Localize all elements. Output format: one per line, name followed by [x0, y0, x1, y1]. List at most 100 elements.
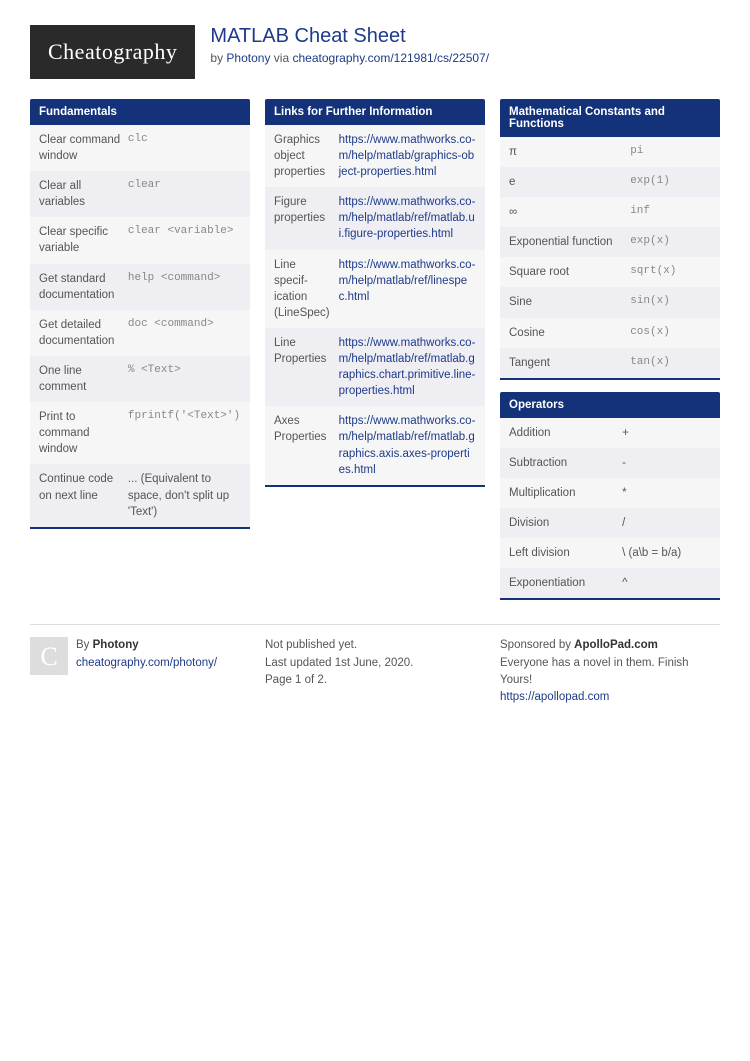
row-value: clear <variable> [128, 224, 241, 256]
column-1: Fundamentals Clear command windowclcClea… [30, 99, 250, 541]
row-value: % <Text> [128, 363, 241, 395]
footer-sponsor: Sponsored by ApolloPad.com Everyone has … [500, 637, 720, 706]
table-row: Cosinecos(x) [500, 318, 720, 348]
row-label: Clear all variables [39, 178, 128, 210]
row-label: ∞ [509, 204, 630, 220]
row-value: clear [128, 178, 241, 210]
card-body: Clear command windowclcClear all variabl… [30, 125, 250, 529]
table-row: Get detailed documentationdoc <command> [30, 310, 250, 356]
row-value: https://www.mathworks.co­m/help/matlab/g… [339, 132, 476, 180]
row-label: Clear specific variable [39, 224, 128, 256]
table-row: Clear command windowclc [30, 125, 250, 171]
row-value: exp(x) [630, 234, 711, 250]
row-value: sin(x) [630, 294, 711, 310]
card-links: Links for Further Information Graphics o… [265, 99, 485, 487]
table-row: Square rootsqrt(x) [500, 257, 720, 287]
footer-author: C By Photony cheatography.com/photony/ [30, 637, 250, 706]
table-row: πpi [500, 137, 720, 167]
sponsor-link[interactable]: https://apollopad.com [500, 691, 609, 703]
row-label: Print to command window [39, 409, 128, 457]
sponsor-text: Everyone has a novel in them. Finish You… [500, 657, 689, 686]
column-2: Links for Further Information Graphics o… [265, 99, 485, 499]
table-row: Line specif­ication (LineSpec)https://ww… [265, 250, 485, 328]
row-label: e [509, 174, 630, 190]
footer-publish: Not published yet. Last updated 1st June… [265, 637, 485, 706]
table-row: Clear all variablesclear [30, 171, 250, 217]
card-math: Mathematical Constants and Functions πpi… [500, 99, 720, 380]
external-link[interactable]: https://www.mathworks.co­m/help/matlab/r… [339, 196, 476, 240]
row-label: Subtraction [509, 455, 622, 471]
byline: by Photony via cheatography.com/121981/c… [210, 51, 489, 65]
row-label: Sine [509, 294, 630, 310]
table-row: One line comment% <Text> [30, 356, 250, 402]
row-value: https://www.mathworks.co­m/help/matlab/r… [339, 335, 476, 399]
table-row: Get standard documentationhelp <command> [30, 264, 250, 310]
card-header: Fundamentals [30, 99, 250, 125]
card-body: Addition+Subtraction-Multiplication*Divi… [500, 418, 720, 601]
pub-page: Page 1 of 2. [265, 674, 327, 686]
row-label: π [509, 144, 630, 160]
table-row: Continue code on next line... (Equivalen… [30, 464, 250, 526]
external-link[interactable]: https://www.mathworks.co­m/help/matlab/r… [339, 415, 476, 475]
row-value: tan(x) [630, 355, 711, 371]
table-row: Division/ [500, 508, 720, 538]
row-value: + [622, 425, 711, 441]
external-link[interactable]: https://www.mathworks.co­m/help/matlab/g… [339, 134, 476, 178]
row-label: Line specif­ication (LineSpec) [274, 257, 339, 321]
table-row: Left division\ (a\b = b/a) [500, 538, 720, 568]
row-label: Get standard documentation [39, 271, 128, 303]
row-value: inf [630, 204, 711, 220]
source-link[interactable]: cheatography.com/121981/cs/22507/ [292, 51, 489, 65]
card-operators: Operators Addition+Subtraction-Multiplic… [500, 392, 720, 601]
title-block: MATLAB Cheat Sheet by Photony via cheato… [210, 25, 489, 65]
row-value: clc [128, 132, 241, 164]
table-row: Axes Propertieshttps://www.mathworks.co­… [265, 406, 485, 484]
table-row: Figure propertieshttps://www.mathworks.c… [265, 187, 485, 249]
table-row: Sinesin(x) [500, 287, 720, 317]
row-value: * [622, 485, 711, 501]
row-label: Axes Properties [274, 413, 339, 477]
external-link[interactable]: https://www.mathworks.co­m/help/matlab/r… [339, 259, 476, 303]
row-label: Figure properties [274, 194, 339, 242]
row-label: Division [509, 515, 622, 531]
row-label: Tangent [509, 355, 630, 371]
external-link[interactable]: https://www.mathworks.co­m/help/matlab/r… [339, 337, 476, 397]
row-label: Multiplication [509, 485, 622, 501]
site-logo: Cheatography [30, 25, 195, 79]
table-row: Exponentiation^ [500, 568, 720, 598]
card-fundamentals: Fundamentals Clear command windowclcClea… [30, 99, 250, 529]
card-body: Graphics object propertieshttps://www.ma… [265, 125, 485, 487]
row-label: Exponentiation [509, 575, 622, 591]
row-label: Graphics object properties [274, 132, 339, 180]
table-row: Clear specific variableclear <variable> [30, 217, 250, 263]
footer-author-link[interactable]: cheatography.com/photony/ [76, 657, 217, 669]
row-label: Square root [509, 264, 630, 280]
table-row: Addition+ [500, 418, 720, 448]
sponsor-name: ApolloPad.com [574, 639, 658, 651]
author-link[interactable]: Photony [226, 51, 270, 65]
card-header: Mathematical Constants and Functions [500, 99, 720, 137]
table-row: Line Propertieshttps://www.mathworks.co­… [265, 328, 485, 406]
row-value: ^ [622, 575, 711, 591]
table-row: Subtraction- [500, 448, 720, 478]
row-value: / [622, 515, 711, 531]
pub-updated: Last updated 1st June, 2020. [265, 657, 413, 669]
card-body: πpieexp(1)∞infExponential functionexp(x)… [500, 137, 720, 380]
avatar: C [30, 637, 68, 675]
byline-prefix: by [210, 51, 226, 65]
row-label: One line comment [39, 363, 128, 395]
footer-author-name: Photony [93, 639, 139, 651]
column-3: Mathematical Constants and Functions πpi… [500, 99, 720, 612]
sponsor-label: Sponsored by [500, 639, 574, 651]
row-value: help <command> [128, 271, 241, 303]
pub-status: Not published yet. [265, 639, 357, 651]
row-value: doc <command> [128, 317, 241, 349]
row-label: Continue code on next line [39, 471, 128, 519]
header: Cheatography MATLAB Cheat Sheet by Photo… [30, 25, 720, 79]
row-value: https://www.mathworks.co­m/help/matlab/r… [339, 257, 476, 321]
byline-mid: via [270, 51, 292, 65]
by-label: By [76, 639, 93, 651]
row-value: ... (Equivalent to space, don't split up… [128, 471, 241, 519]
table-row: Graphics object propertieshttps://www.ma… [265, 125, 485, 187]
row-value: https://www.mathworks.co­m/help/matlab/r… [339, 413, 476, 477]
